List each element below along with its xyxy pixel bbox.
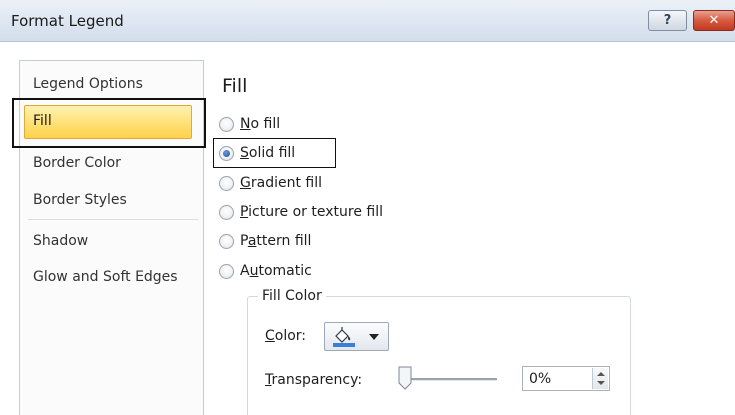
radio-button[interactable] (219, 117, 234, 132)
nav-separator (28, 219, 198, 220)
transparency-value: 0% (529, 371, 552, 387)
transparency-slider-thumb[interactable] (398, 366, 412, 390)
title-bar: Format Legend ? ✕ (0, 0, 735, 42)
spin-down-icon[interactable] (597, 381, 605, 385)
nav-item-label: Border Styles (33, 192, 127, 208)
nav-item-label: Shadow (33, 233, 89, 249)
color-picker-button[interactable] (324, 322, 389, 351)
color-label: Color: (265, 328, 307, 344)
help-icon: ? (663, 13, 672, 28)
radio-button[interactable] (219, 264, 234, 279)
help-button[interactable]: ? (648, 10, 687, 31)
close-icon: ✕ (708, 13, 720, 28)
highlight-box-solid-fill (213, 138, 336, 168)
dialog-title: Format Legend (11, 12, 124, 30)
radio-button[interactable] (219, 205, 234, 220)
close-button[interactable]: ✕ (693, 10, 735, 31)
radio-button[interactable] (219, 176, 234, 191)
nav-item-glow-soft-edges[interactable]: Glow and Soft Edges (20, 264, 203, 290)
spin-up-icon[interactable] (597, 372, 605, 376)
transparency-label: Transparency: (265, 372, 363, 388)
radio-button[interactable] (219, 234, 234, 249)
section-heading: Fill (222, 75, 248, 97)
nav-item-border-styles[interactable]: Border Styles (20, 187, 203, 213)
nav-item-label: Legend Options (33, 76, 143, 92)
transparency-spinner[interactable] (592, 368, 608, 389)
radio-label: Pattern fill (240, 233, 312, 249)
radio-label: Automatic (240, 263, 312, 279)
nav-item-label: Border Color (33, 155, 121, 171)
radio-label: No fill (240, 116, 281, 132)
nav-item-legend-options[interactable]: Legend Options (20, 71, 203, 97)
transparency-input[interactable]: 0% (522, 366, 610, 391)
fill-color-group (247, 296, 631, 415)
chevron-down-icon (369, 334, 379, 340)
nav-item-label: Glow and Soft Edges (33, 269, 178, 285)
radio-label: Picture or texture fill (240, 204, 383, 220)
transparency-slider-track[interactable] (404, 378, 497, 381)
group-legend: Fill Color (258, 288, 326, 304)
highlight-box-fill (12, 98, 206, 148)
nav-item-border-color[interactable]: Border Color (20, 150, 203, 176)
radio-label: Gradient fill (240, 175, 322, 191)
nav-item-shadow[interactable]: Shadow (20, 228, 203, 254)
paint-bucket-icon (333, 327, 355, 347)
